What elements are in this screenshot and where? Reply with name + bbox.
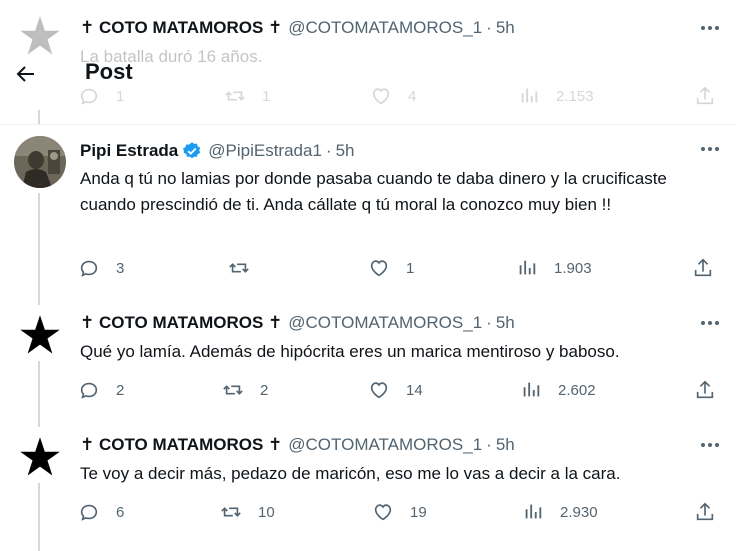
tweet-text: Qué yo lamía. Además de hipócrita eres u… [80, 342, 620, 361]
repost-count: 2 [260, 381, 269, 399]
tweet-3[interactable]: ✝ COTO MATAMOROS ✝ @COTOMATAMOROS_1 · 5h… [0, 427, 736, 551]
reply-count: 2 [116, 381, 125, 399]
heart-icon [370, 382, 388, 399]
star-icon[interactable] [18, 313, 62, 357]
views-count: 2.153 [556, 87, 594, 105]
share-button[interactable] [694, 499, 716, 525]
star-icon[interactable] [18, 435, 62, 479]
separator-dot: · [486, 435, 492, 454]
thread-line [38, 193, 40, 305]
views-button[interactable]: 2.930 [522, 499, 598, 525]
more-options-icon[interactable] [698, 433, 722, 457]
page-title: Post [85, 59, 133, 84]
tweet-header: ✝ COTO MATAMOROS ✝ @COTOMATAMOROS_1 · 5h [80, 435, 515, 455]
repost-icon [223, 385, 243, 395]
views-count: 2.602 [558, 381, 596, 399]
verified-badge-icon [183, 142, 201, 159]
share-icon [696, 502, 714, 521]
like-count: 4 [408, 87, 417, 105]
timestamp[interactable]: 5h [336, 141, 355, 161]
author-name[interactable]: ✝ COTO MATAMOROS ✝ [80, 435, 282, 455]
timestamp[interactable]: 5h [496, 313, 515, 333]
like-button[interactable]: 1 [368, 255, 414, 281]
tweet-header: ✝ COTO MATAMOROS ✝ @COTOMATAMOROS_1 · 5h [80, 313, 515, 333]
separator-dot: · [486, 313, 492, 332]
heart-icon [374, 504, 392, 521]
reply-button[interactable]: 6 [78, 499, 124, 525]
tweet-text: Anda q tú no lamias por donde pasaba cua… [80, 169, 667, 214]
author-name[interactable]: Pipi Estrada [80, 141, 178, 161]
avatar[interactable] [14, 136, 66, 188]
author-handle[interactable]: @COTOMATAMOROS_1 [288, 313, 482, 333]
reply-icon [80, 382, 98, 399]
views-button[interactable]: 1.903 [516, 255, 592, 281]
tweet-2[interactable]: ✝ COTO MATAMOROS ✝ @COTOMATAMOROS_1 · 5h… [0, 305, 736, 427]
thread-line [38, 483, 40, 551]
share-icon [696, 86, 714, 105]
repost-button[interactable]: 2 [222, 377, 268, 403]
like-button[interactable]: 4 [370, 83, 416, 109]
timestamp[interactable]: 5h [496, 18, 515, 38]
views-icon [521, 88, 538, 103]
tweet-header: Pipi Estrada @PipiEstrada1 · 5h [80, 141, 355, 161]
author-handle[interactable]: @PipiEstrada1 [208, 141, 322, 161]
like-count: 14 [406, 381, 423, 399]
author-handle[interactable]: @COTOMATAMOROS_1 [288, 435, 482, 455]
reply-icon [80, 504, 98, 521]
tweet-1[interactable]: Pipi Estrada @PipiEstrada1 · 5h Anda q t… [0, 125, 736, 305]
share-button[interactable] [692, 255, 714, 281]
reply-button[interactable]: 3 [78, 255, 124, 281]
reply-count: 3 [116, 259, 125, 277]
reply-icon [80, 260, 98, 277]
tweet-actions: 2 2 14 2.602 [78, 377, 718, 403]
reply-count: 6 [116, 503, 125, 521]
repost-count: 10 [258, 503, 275, 521]
like-count: 1 [406, 259, 415, 277]
views-count: 1.903 [554, 259, 592, 277]
tweet-actions: 6 10 19 2.930 [78, 499, 718, 525]
separator-dot: · [325, 141, 332, 160]
timestamp[interactable]: 5h [496, 435, 515, 455]
author-handle[interactable]: @COTOMATAMOROS_1 [288, 18, 482, 38]
author-name[interactable]: ✝ COTO MATAMOROS ✝ [80, 313, 282, 333]
views-count: 2.930 [560, 503, 598, 521]
share-button[interactable] [694, 83, 716, 109]
separator-dot: · [486, 18, 492, 37]
reply-button[interactable]: 2 [78, 377, 124, 403]
like-button[interactable]: 19 [372, 499, 427, 525]
top-bar: Post [0, 50, 300, 94]
repost-button[interactable]: 10 [220, 499, 275, 525]
heart-icon [372, 88, 390, 105]
thread-line [38, 361, 40, 427]
back-arrow-icon[interactable] [14, 62, 38, 86]
views-icon [519, 260, 536, 275]
views-icon [523, 382, 540, 397]
views-button[interactable]: 2.602 [520, 377, 596, 403]
like-button[interactable]: 14 [368, 377, 423, 403]
more-options-icon[interactable] [698, 16, 722, 40]
repost-icon [229, 263, 249, 273]
repost-icon [221, 507, 241, 517]
more-options-icon[interactable] [698, 137, 722, 161]
author-name[interactable]: ✝ COTO MATAMOROS ✝ [80, 18, 282, 38]
more-options-icon[interactable] [698, 311, 722, 335]
views-icon [525, 504, 542, 519]
thread-line [38, 110, 40, 124]
tweet-header: ✝ COTO MATAMOROS ✝ @COTOMATAMOROS_1 · 5h [80, 18, 515, 38]
share-button[interactable] [694, 377, 716, 403]
share-icon [696, 380, 714, 399]
tweet-actions: 3 1 1.903 [78, 255, 718, 281]
heart-icon [370, 260, 388, 277]
repost-button[interactable] [228, 255, 266, 281]
share-icon [694, 258, 712, 277]
like-count: 19 [410, 503, 427, 521]
tweet-text: Te voy a decir más, pedazo de maricón, e… [80, 464, 621, 483]
views-button[interactable]: 2.153 [518, 83, 594, 109]
